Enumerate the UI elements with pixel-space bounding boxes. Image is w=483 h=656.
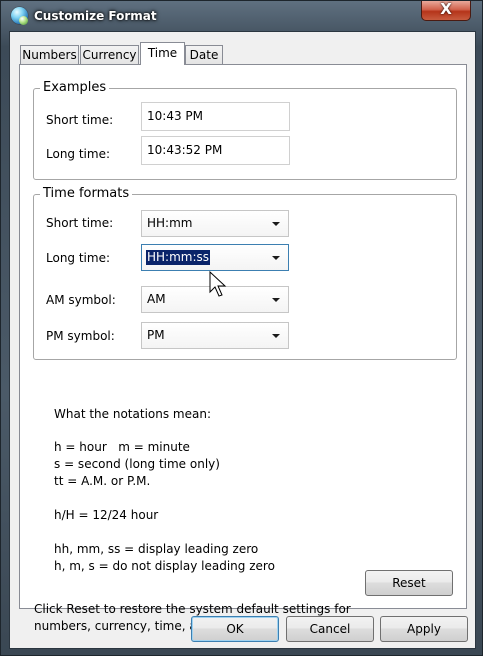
close-button[interactable]: X <box>421 0 471 21</box>
time-formats-group-title: Time formats <box>40 186 133 201</box>
notation-line: s = second (long time only) <box>54 457 220 471</box>
am-symbol-label: AM symbol: <box>46 293 116 307</box>
dialog-window: Customize Format X Numbers Currency Time… <box>0 0 483 656</box>
tab-currency[interactable]: Currency <box>80 45 139 65</box>
mouse-pointer-icon <box>209 271 227 297</box>
notation-line: tt = A.M. or P.M. <box>54 474 151 488</box>
long-time-dropdown-value: HH:mm:ss <box>146 250 211 265</box>
tab-panel-time: Examples Short time: 10:43 PM Long time:… <box>19 64 467 633</box>
notation-line: h/H = 12/24 hour <box>54 508 159 522</box>
apply-button[interactable]: Apply <box>380 616 468 642</box>
reset-button[interactable]: Reset <box>365 570 453 596</box>
pm-symbol-dropdown-value: PM <box>147 328 165 342</box>
tab-numbers[interactable]: Numbers <box>20 45 79 65</box>
short-time-dropdown[interactable]: HH:mm <box>141 210 289 237</box>
chevron-down-icon <box>272 334 280 338</box>
close-icon: X <box>440 0 452 18</box>
pm-symbol-label: PM symbol: <box>46 329 115 343</box>
notation-line: hh, mm, ss = display leading zero <box>54 542 259 556</box>
ok-button[interactable]: OK <box>191 616 279 642</box>
cancel-button[interactable]: Cancel <box>286 616 374 642</box>
examples-group: Examples Short time: 10:43 PM Long time:… <box>33 80 457 180</box>
window-title: Customize Format <box>34 9 157 23</box>
time-formats-group: Time formats Short time: HH:mm Long time… <box>33 186 457 360</box>
long-time-dropdown[interactable]: HH:mm:ss <box>141 244 289 271</box>
format-short-time-label: Short time: <box>46 216 114 230</box>
title-bar[interactable]: Customize Format X <box>1 0 483 33</box>
examples-long-time-value: 10:43:52 PM <box>141 136 290 165</box>
notation-heading: What the notations mean: <box>54 407 211 421</box>
examples-short-time-value: 10:43 PM <box>141 102 290 131</box>
notation-line: h = hour m = minute <box>54 440 190 454</box>
chevron-down-icon <box>272 256 280 260</box>
notation-line: h, m, s = do not display leading zero <box>54 559 275 573</box>
dialog-client-area: Numbers Currency Time Date Examples Shor… <box>9 31 476 649</box>
examples-short-time-label: Short time: <box>46 113 114 127</box>
tab-time[interactable]: Time <box>140 42 185 65</box>
examples-long-time-label: Long time: <box>46 147 111 161</box>
tab-date[interactable]: Date <box>185 45 223 65</box>
chevron-down-icon <box>272 298 280 302</box>
examples-group-title: Examples <box>40 80 110 95</box>
reset-description: Click Reset to restore the system defaul… <box>34 602 351 616</box>
format-long-time-label: Long time: <box>46 251 111 265</box>
short-time-dropdown-value: HH:mm <box>147 216 193 230</box>
am-symbol-dropdown-value: AM <box>147 292 166 306</box>
globe-icon <box>11 7 28 25</box>
chevron-down-icon <box>272 222 280 226</box>
pm-symbol-dropdown[interactable]: PM <box>141 322 289 349</box>
